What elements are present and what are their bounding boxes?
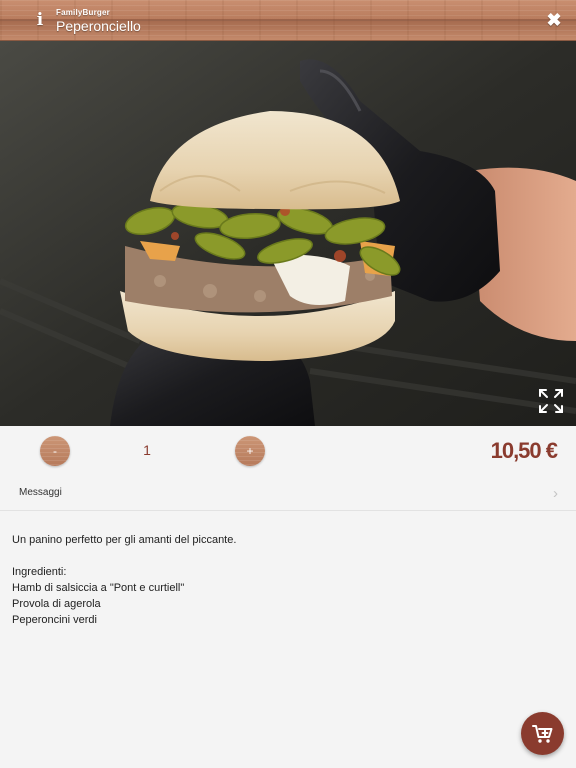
quantity-value: 1	[143, 442, 151, 458]
info-icon[interactable]: i	[30, 10, 50, 30]
product-description: Un panino perfetto per gli amanti del pi…	[12, 532, 552, 628]
page-title: Peperonciello	[56, 18, 141, 34]
close-icon[interactable]: ✖	[544, 10, 564, 30]
ingredients-heading: Ingredienti:	[12, 566, 67, 578]
ingredient-item: Hamb di salsiccia a "Pont e curtiell"	[12, 582, 185, 594]
messages-label: Messaggi	[19, 487, 62, 498]
app-name: FamilyBurger	[56, 8, 110, 17]
description-intro: Un panino perfetto per gli amanti del pi…	[12, 534, 237, 546]
price-label: 10,50 €	[490, 438, 558, 463]
increment-button[interactable]: +	[235, 436, 265, 466]
ingredient-item: Peperoncini verdi	[12, 614, 97, 626]
chevron-right-icon: ›	[553, 485, 558, 502]
add-to-cart-button[interactable]	[521, 712, 564, 755]
header-bar: i FamilyBurger Peperonciello ✖	[0, 0, 576, 41]
ingredient-item: Provola di agerola	[12, 598, 101, 610]
product-photo	[0, 41, 576, 426]
fullscreen-expand-icon[interactable]	[538, 388, 564, 414]
add-to-cart-icon	[531, 724, 552, 743]
burger-illustration	[0, 41, 576, 426]
messages-row[interactable]: Messaggi ›	[0, 477, 576, 511]
title-block: FamilyBurger Peperonciello	[56, 8, 141, 34]
decrement-button[interactable]: -	[40, 436, 70, 466]
quantity-row: - 1 + 10,50 €	[0, 426, 576, 476]
